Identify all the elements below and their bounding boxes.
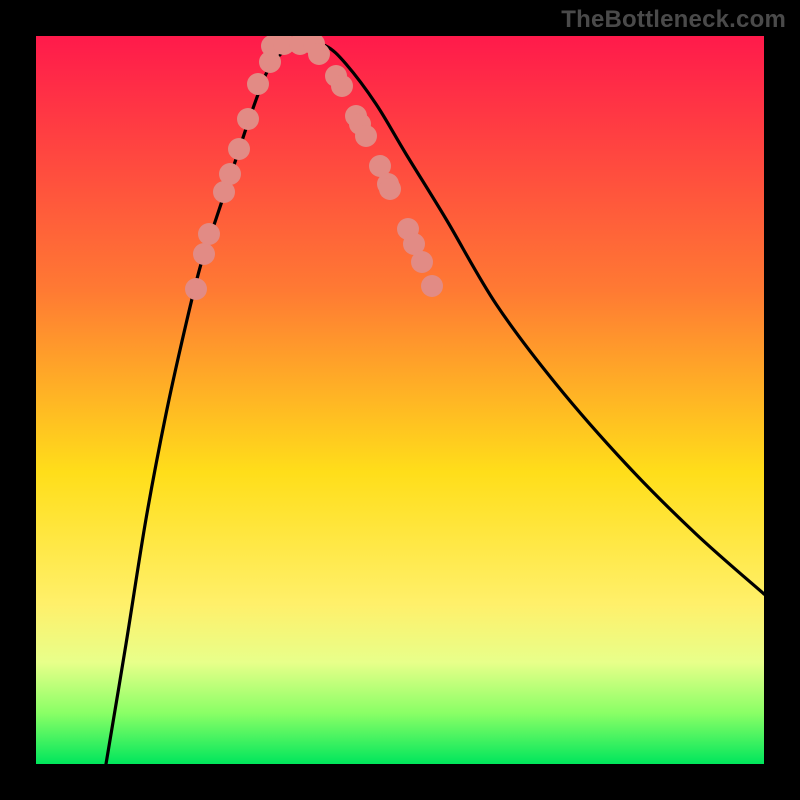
chart-svg [36, 36, 764, 764]
chart-frame: TheBottleneck.com [0, 0, 800, 800]
highlight-dot [193, 243, 215, 265]
highlight-dot [219, 163, 241, 185]
highlight-dot [421, 275, 443, 297]
plot-area [36, 36, 764, 764]
watermark-text: TheBottleneck.com [561, 6, 786, 34]
highlight-dot [411, 251, 433, 273]
highlight-dot [331, 75, 353, 97]
highlight-dot [237, 108, 259, 130]
highlight-dot [247, 73, 269, 95]
highlight-dot [185, 278, 207, 300]
highlight-dot [308, 43, 330, 65]
highlight-dot [198, 223, 220, 245]
highlight-dot [228, 138, 250, 160]
highlight-dot [379, 178, 401, 200]
highlight-dot [355, 125, 377, 147]
